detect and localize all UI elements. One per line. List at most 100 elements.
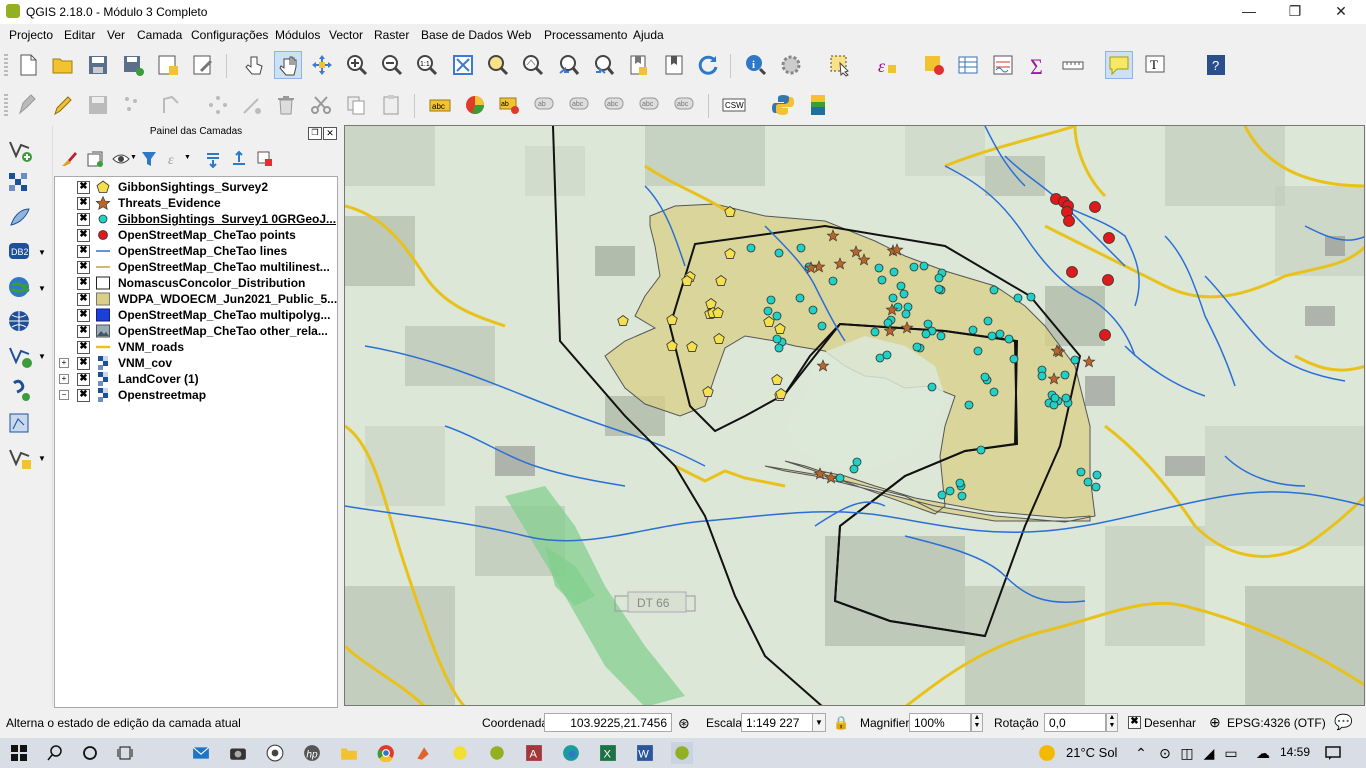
zoom-out-icon[interactable]: [378, 51, 406, 79]
map-point-marker[interactable]: [987, 331, 997, 341]
layer-labeling-icon[interactable]: abc: [426, 91, 454, 119]
map-point-marker[interactable]: [957, 491, 967, 501]
zoom-native-resolution-icon[interactable]: 1:1: [413, 51, 441, 79]
word-icon[interactable]: W: [634, 742, 656, 764]
close-panel-icon[interactable]: ✕: [323, 127, 337, 140]
map-point-marker[interactable]: [852, 457, 862, 467]
attribute-table-icon[interactable]: [954, 51, 982, 79]
map-point-marker[interactable]: [882, 350, 892, 360]
map-point-marker[interactable]: [964, 400, 974, 410]
rotation-field[interactable]: [1044, 713, 1106, 732]
edit-geometry-icon[interactable]: [238, 91, 266, 119]
menu-ver[interactable]: Ver: [107, 28, 125, 42]
scale-field[interactable]: [741, 713, 813, 732]
map-point-marker[interactable]: [1060, 370, 1070, 380]
zoom-in-icon[interactable]: [343, 51, 371, 79]
collapse-all-icon[interactable]: [228, 148, 250, 170]
map-point-marker[interactable]: [989, 285, 999, 295]
cut-features-icon[interactable]: [307, 91, 335, 119]
map-point-marker[interactable]: [874, 263, 884, 273]
maximize-button[interactable]: ❐: [1272, 0, 1318, 24]
map-point-marker[interactable]: [883, 318, 893, 328]
pan-to-selection-icon[interactable]: [308, 51, 336, 79]
map-point-marker[interactable]: [976, 445, 986, 455]
copy-features-icon[interactable]: [342, 91, 370, 119]
map-point-marker[interactable]: [934, 273, 944, 283]
layer-visibility-checkbox[interactable]: ✖: [77, 357, 90, 370]
zoom-full-icon[interactable]: [449, 51, 477, 79]
layer-row-openstreetmap[interactable]: − ✖ Openstreetmap: [55, 387, 337, 403]
map-point-marker[interactable]: [796, 243, 806, 253]
new-project-icon[interactable]: [14, 51, 42, 79]
add-vector-layer-icon[interactable]: [6, 136, 34, 164]
dropdown-arrow-icon[interactable]: ▼: [184, 154, 191, 161]
map-point-marker[interactable]: [937, 490, 947, 500]
map-point-marker[interactable]: [934, 284, 944, 294]
layer-row-vnm-roads[interactable]: ✖ VNM_roads: [55, 339, 337, 355]
map-point-marker[interactable]: [901, 309, 911, 319]
map-point-marker[interactable]: [817, 321, 827, 331]
add-delimited-text-icon[interactable]: [6, 376, 34, 404]
layer-row-threats[interactable]: ✖ Threats_Evidence: [55, 195, 337, 211]
measure-line-icon[interactable]: [1059, 51, 1087, 79]
map-point-marker[interactable]: [909, 262, 919, 272]
render-checkbox[interactable]: ✖: [1128, 716, 1141, 729]
layer-row-osm-multilines[interactable]: ✖ OpenStreetMap_CheTao multilinest...: [55, 259, 337, 275]
map-point-marker[interactable]: [746, 243, 756, 253]
add-spatialite-layer-icon[interactable]: [6, 204, 34, 232]
new-shapefile-layer-icon[interactable]: ▼: [6, 444, 46, 472]
weather-sun-icon[interactable]: [1036, 742, 1058, 764]
delete-selected-icon[interactable]: [272, 91, 300, 119]
layer-visibility-checkbox[interactable]: ✖: [77, 181, 90, 194]
messages-icon[interactable]: 💬: [1334, 713, 1353, 731]
file-explorer-icon[interactable]: [338, 742, 360, 764]
paste-features-icon[interactable]: [377, 91, 405, 119]
new-print-composer-icon[interactable]: [154, 51, 182, 79]
layer-visibility-checkbox[interactable]: ✖: [77, 373, 90, 386]
save-project-icon[interactable]: [84, 51, 112, 79]
map-point-marker[interactable]: [772, 311, 782, 321]
map-point-marker[interactable]: [896, 281, 906, 291]
csw-icon[interactable]: CSW: [720, 91, 748, 119]
app-icon[interactable]: [449, 742, 471, 764]
excel-icon[interactable]: X: [597, 742, 619, 764]
menu-web[interactable]: Web: [507, 28, 531, 42]
refresh-icon[interactable]: [694, 51, 722, 79]
magnifier-spinner[interactable]: ▲ ▼: [971, 713, 983, 732]
python-console-icon[interactable]: [769, 91, 797, 119]
add-feature-icon[interactable]: [119, 91, 147, 119]
people-icon[interactable]: ⌃: [1130, 742, 1152, 764]
show-bookmarks-icon[interactable]: [660, 51, 688, 79]
map-point-marker[interactable]: [888, 293, 898, 303]
minimize-button[interactable]: —: [1226, 0, 1272, 24]
expand-layer-icon[interactable]: +: [59, 374, 69, 384]
map-point-marker[interactable]: [980, 372, 990, 382]
map-point-marker[interactable]: [995, 329, 1005, 339]
map-point-marker[interactable]: [1037, 371, 1047, 381]
map-tips-icon[interactable]: [1105, 51, 1133, 79]
manage-visibility-icon[interactable]: ▼: [110, 148, 137, 170]
access-icon[interactable]: A: [523, 742, 545, 764]
zoom-last-icon[interactable]: [555, 51, 583, 79]
layer-visibility-checkbox[interactable]: ✖: [77, 277, 90, 290]
map-point-marker[interactable]: [1103, 232, 1115, 244]
change-label-icon[interactable]: abc: [636, 91, 664, 119]
map-point-marker[interactable]: [889, 267, 899, 277]
map-point-marker[interactable]: [808, 305, 818, 315]
layer-row-wdpa[interactable]: ✖ WDPA_WDOECM_Jun2021_Public_5...: [55, 291, 337, 307]
menu-configuracoes[interactable]: Configurações: [191, 28, 268, 42]
new-bookmark-icon[interactable]: [625, 51, 653, 79]
map-point-marker[interactable]: [1066, 266, 1078, 278]
dropdown-arrow-icon[interactable]: ▼: [38, 284, 46, 293]
action-icon[interactable]: [777, 51, 805, 79]
onedrive-icon[interactable]: ☁: [1252, 742, 1274, 764]
map-point-marker[interactable]: [1070, 355, 1080, 365]
map-point-marker[interactable]: [973, 346, 983, 356]
map-point-marker[interactable]: [1092, 470, 1102, 480]
hp-app-icon[interactable]: hp: [301, 742, 323, 764]
map-point-marker[interactable]: [1026, 292, 1036, 302]
cortana-icon[interactable]: [79, 742, 101, 764]
select-features-icon[interactable]: [826, 51, 854, 79]
coordinate-toggle-icon[interactable]: ⊛: [678, 715, 690, 732]
zoom-to-layer-icon[interactable]: [519, 51, 547, 79]
